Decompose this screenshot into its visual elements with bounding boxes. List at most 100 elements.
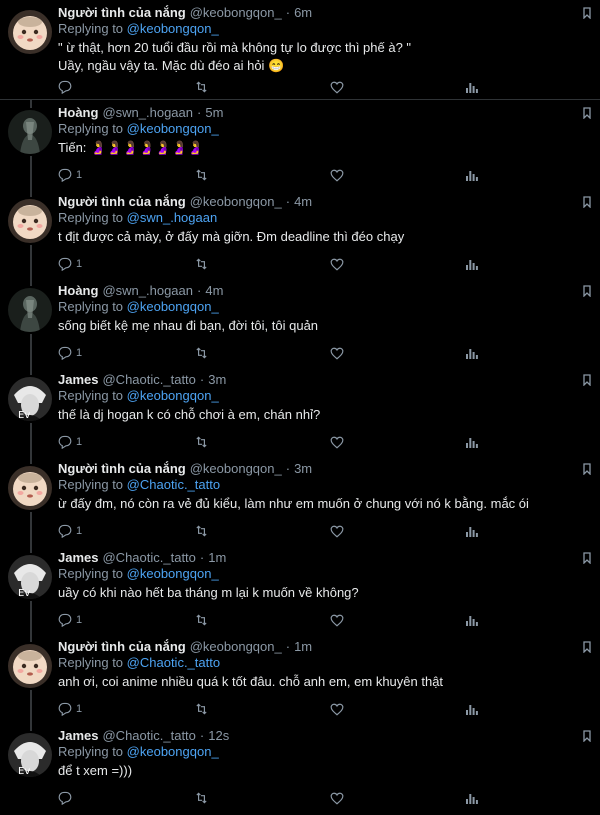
reply-button[interactable]: 1	[58, 524, 194, 538]
mention-link[interactable]: @keobongqon_	[127, 121, 219, 136]
analytics-button[interactable]	[466, 80, 478, 94]
analytics-button[interactable]	[466, 524, 478, 538]
user-handle[interactable]: @Chaotic._tatto	[102, 371, 195, 388]
analytics-button[interactable]	[466, 435, 478, 449]
timestamp[interactable]: 4m	[205, 282, 223, 299]
timestamp[interactable]: 6m	[294, 4, 312, 21]
mention-link[interactable]: @swn_.hogaan	[127, 210, 218, 225]
timestamp[interactable]: 1m	[294, 638, 312, 655]
analytics-button[interactable]	[466, 702, 478, 716]
display-name[interactable]: Người tình của nắng	[58, 193, 186, 210]
user-handle[interactable]: @keobongqon_	[190, 4, 282, 21]
anime-avatar[interactable]: Ev	[8, 733, 52, 777]
display-name[interactable]: James	[58, 549, 98, 566]
tweet[interactable]: Ev James @Chaotic._tatto · 3m Replying to @ke…	[0, 367, 600, 456]
mention-link[interactable]: @keobongqon_	[127, 299, 219, 314]
display-name[interactable]: James	[58, 371, 98, 388]
bar-chart-icon	[466, 703, 478, 715]
retweet-button[interactable]	[194, 702, 330, 716]
retweet-button[interactable]	[194, 168, 330, 182]
display-name[interactable]: Người tình của nắng	[58, 460, 186, 477]
reply-button[interactable]: 1	[58, 702, 194, 716]
baby-avatar[interactable]	[8, 644, 52, 688]
timestamp[interactable]: 4m	[294, 193, 312, 210]
retweet-button[interactable]	[194, 257, 330, 271]
anime-avatar[interactable]: Ev	[8, 555, 52, 599]
bookmark-icon[interactable]	[582, 551, 592, 565]
user-handle[interactable]: @Chaotic._tatto	[102, 549, 195, 566]
tweet[interactable]: Hoàng @swn_.hogaan · 4m Replying to @keobong…	[0, 278, 600, 367]
retweet-button[interactable]	[194, 524, 330, 538]
analytics-button[interactable]	[466, 257, 478, 271]
tweet[interactable]: Ev James @Chaotic._tatto · 1m Replying to @ke…	[0, 545, 600, 634]
timestamp[interactable]: 5m	[205, 104, 223, 121]
timestamp[interactable]: 3m	[294, 460, 312, 477]
display-name[interactable]: Người tình của nắng	[58, 638, 186, 655]
retweet-button[interactable]	[194, 791, 330, 805]
bookmark-icon[interactable]	[582, 284, 592, 298]
anime-avatar[interactable]: Ev	[8, 377, 52, 421]
tweet[interactable]: Người tình của nắng @keobongqon_ · 6m Replyi…	[0, 0, 600, 100]
user-handle[interactable]: @Chaotic._tatto	[102, 727, 195, 744]
mention-link[interactable]: @Chaotic._tatto	[127, 477, 220, 492]
analytics-button[interactable]	[466, 168, 478, 182]
reply-button[interactable]: 1	[58, 168, 194, 182]
display-name[interactable]: James	[58, 727, 98, 744]
bookmark-icon[interactable]	[582, 462, 592, 476]
mention-link[interactable]: @keobongqon_	[127, 388, 219, 403]
reply-button[interactable]	[58, 791, 194, 805]
bookmark-icon[interactable]	[582, 195, 592, 209]
reply-button[interactable]: 1	[58, 613, 194, 627]
user-handle[interactable]: @keobongqon_	[190, 460, 282, 477]
like-button[interactable]	[330, 435, 466, 449]
retweet-button[interactable]	[194, 346, 330, 360]
retweet-button[interactable]	[194, 80, 330, 94]
reply-button[interactable]: 1	[58, 435, 194, 449]
like-button[interactable]	[330, 346, 466, 360]
bookmark-icon[interactable]	[582, 6, 592, 20]
user-handle[interactable]: @keobongqon_	[190, 193, 282, 210]
like-button[interactable]	[330, 168, 466, 182]
tweet[interactable]: Hoàng @swn_.hogaan · 5m Replying to @keobong…	[0, 100, 600, 189]
like-button[interactable]	[330, 524, 466, 538]
analytics-button[interactable]	[466, 613, 478, 627]
bookmark-icon[interactable]	[582, 373, 592, 387]
user-handle[interactable]: @keobongqon_	[190, 638, 282, 655]
user-handle[interactable]: @swn_.hogaan	[102, 282, 193, 299]
tweet[interactable]: Người tình của nắng @keobongqon_ · 3m Replyi…	[0, 456, 600, 545]
like-button[interactable]	[330, 613, 466, 627]
like-button[interactable]	[330, 791, 466, 805]
reply-button[interactable]: 1	[58, 257, 194, 271]
tweet[interactable]: Ev James @Chaotic._tatto · 12s Replying to @k…	[0, 723, 600, 812]
user-handle[interactable]: @swn_.hogaan	[102, 104, 193, 121]
dark-avatar[interactable]	[8, 110, 52, 154]
like-button[interactable]	[330, 702, 466, 716]
baby-avatar[interactable]	[8, 466, 52, 510]
retweet-button[interactable]	[194, 435, 330, 449]
mention-link[interactable]: @Chaotic._tatto	[127, 655, 220, 670]
like-button[interactable]	[330, 80, 466, 94]
mention-link[interactable]: @keobongqon_	[127, 744, 219, 759]
bookmark-icon[interactable]	[582, 729, 592, 743]
display-name[interactable]: Hoàng	[58, 282, 98, 299]
mention-link[interactable]: @keobongqon_	[127, 566, 219, 581]
display-name[interactable]: Hoàng	[58, 104, 98, 121]
tweet[interactable]: Người tình của nắng @keobongqon_ · 1m Replyi…	[0, 634, 600, 723]
dark-avatar[interactable]	[8, 288, 52, 332]
mention-link[interactable]: @keobongqon_	[127, 21, 219, 36]
baby-avatar[interactable]	[8, 10, 52, 54]
analytics-button[interactable]	[466, 346, 478, 360]
baby-avatar[interactable]	[8, 199, 52, 243]
like-button[interactable]	[330, 257, 466, 271]
reply-button[interactable]	[58, 80, 194, 94]
reply-button[interactable]: 1	[58, 346, 194, 360]
timestamp[interactable]: 12s	[208, 727, 229, 744]
bookmark-icon[interactable]	[582, 640, 592, 654]
timestamp[interactable]: 3m	[208, 371, 226, 388]
tweet[interactable]: Người tình của nắng @keobongqon_ · 4m Replyi…	[0, 189, 600, 278]
bookmark-icon[interactable]	[582, 106, 592, 120]
analytics-button[interactable]	[466, 791, 478, 805]
display-name[interactable]: Người tình của nắng	[58, 4, 186, 21]
retweet-button[interactable]	[194, 613, 330, 627]
timestamp[interactable]: 1m	[208, 549, 226, 566]
